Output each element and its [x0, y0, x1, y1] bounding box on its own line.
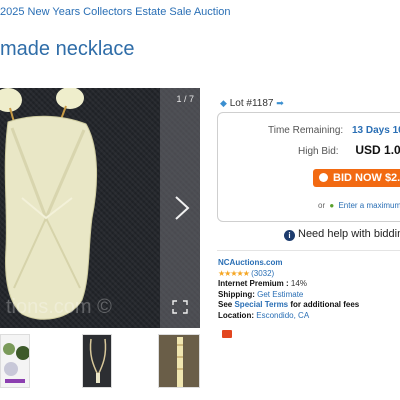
- rating-count[interactable]: (3032): [251, 269, 274, 278]
- thumbnail-3[interactable]: [158, 334, 200, 388]
- question-icon: i: [284, 230, 295, 241]
- special-terms-link[interactable]: Special Terms: [234, 300, 288, 309]
- terms-suffix: for additional fees: [290, 300, 360, 309]
- max-bid-prefix: or: [318, 201, 326, 210]
- location-label: Location:: [218, 310, 254, 320]
- lot-navigation: ◆ Lot #1187 ➡: [220, 98, 284, 109]
- time-remaining-value: 13 Days 10 Ho: [352, 125, 400, 136]
- max-bid-link[interactable]: Enter a maximum b: [338, 201, 400, 210]
- rating-stars: ★★★★★: [218, 268, 250, 278]
- shipping-label: Shipping:: [218, 289, 255, 299]
- bid-now-label: BID NOW $2.0: [333, 172, 400, 184]
- bid-now-button[interactable]: BID NOW $2.0: [313, 169, 400, 187]
- expand-icon[interactable]: [172, 300, 188, 314]
- seller-info: NCAuctions.com ★★★★★ (3032) Internet Pre…: [218, 258, 359, 321]
- max-bid-row: or ● Enter a maximum b: [318, 201, 400, 210]
- thumbnail-strip: [0, 334, 210, 388]
- time-remaining-label: Time Remaining:: [268, 125, 344, 136]
- arrow-icon: ●: [329, 201, 335, 210]
- seller-name[interactable]: NCAuctions.com: [218, 258, 282, 267]
- lot-page: 2025 New Years Collectors Estate Sale Au…: [0, 0, 400, 400]
- lot-number: Lot #1187: [229, 98, 274, 109]
- main-photo[interactable]: 1 / 7 tions.com ©: [0, 88, 200, 328]
- premium-value: 14%: [290, 279, 307, 288]
- photo-watermark: tions.com ©: [6, 296, 112, 318]
- seal-icon: [3, 343, 29, 383]
- high-bid-label: High Bid:: [298, 146, 339, 157]
- terms-prefix: See: [218, 300, 233, 309]
- right-arrow-icon[interactable]: ➡: [276, 98, 284, 108]
- pdf-icon[interactable]: [222, 330, 232, 338]
- location-value[interactable]: Escondido, CA: [256, 311, 309, 320]
- thumbnail-1[interactable]: [0, 334, 30, 388]
- left-arrow-icon[interactable]: ◆: [220, 98, 227, 108]
- premium-label: Internet Premium :: [218, 279, 289, 288]
- bidding-help-link[interactable]: iNeed help with bidding?: [284, 228, 400, 241]
- bid-panel: Time Remaining: 13 Days 10 Ho High Bid: …: [217, 112, 400, 222]
- high-bid-value: USD 1.00: [355, 143, 400, 157]
- high-bid-row: High Bid: USD 1.00 b: [298, 143, 400, 157]
- divider: [217, 250, 400, 251]
- necklace-thumb-image: [177, 337, 183, 387]
- chevron-right-icon[interactable]: [172, 194, 192, 222]
- lot-title: made necklace: [0, 38, 135, 60]
- time-remaining-row: Time Remaining: 13 Days 10 Ho: [268, 125, 400, 136]
- help-text: Need help with bidding?: [298, 228, 400, 240]
- breadcrumb[interactable]: 2025 New Years Collectors Estate Sale Au…: [0, 6, 231, 18]
- thumbnail-2[interactable]: [82, 334, 112, 388]
- photo-counter: 1 / 7: [176, 94, 194, 104]
- shipping-link[interactable]: Get Estimate: [257, 290, 303, 299]
- gavel-icon: [319, 173, 328, 182]
- necklace-thumb-image: [89, 338, 107, 383]
